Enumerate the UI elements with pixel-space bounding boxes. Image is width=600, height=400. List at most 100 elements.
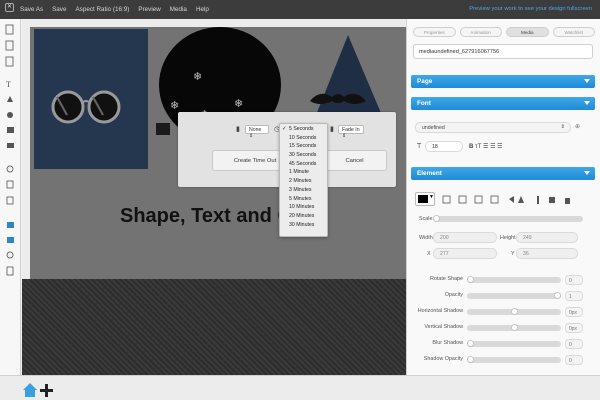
svg-text:❄: ❄ [193, 70, 202, 83]
shape-tool-icon[interactable] [7, 127, 14, 133]
menu-media[interactable]: Media [170, 6, 187, 13]
menu-save[interactable]: Save [52, 6, 66, 13]
slider-knob[interactable] [433, 215, 440, 222]
color-tool-icon[interactable] [7, 112, 13, 118]
duration-option[interactable]: 5 Minutes [280, 195, 327, 204]
element-section-header[interactable]: Element [411, 167, 595, 180]
clock-icon[interactable] [6, 180, 14, 189]
menu-bar: ✕ Save As Save Aspect Ratio (16:9) Previ… [0, 0, 600, 19]
duration-option[interactable]: 30 Seconds [280, 151, 327, 160]
slider-knob[interactable] [467, 356, 474, 363]
duration-dropdown[interactable]: ✓ 5 Seconds 10 Seconds 15 Seconds 30 Seco… [279, 123, 328, 237]
slider-knob[interactable] [467, 276, 474, 283]
align-right-icon[interactable]: ☰ [497, 144, 502, 150]
expand-icon[interactable] [442, 195, 451, 204]
duration-option[interactable]: 10 Seconds [280, 134, 327, 143]
color-picker[interactable]: ▼ [415, 192, 435, 206]
fade-value: Fade In [342, 127, 360, 133]
font-section-header[interactable]: Font [411, 97, 595, 110]
distribute-icon[interactable] [549, 197, 555, 203]
fill-tool-icon[interactable] [7, 96, 13, 102]
duration-option[interactable]: 45 Seconds [280, 160, 327, 169]
tab-properties[interactable]: Properties [413, 27, 456, 37]
font-family-select[interactable]: undefined ⇕ [415, 122, 571, 133]
link-icon[interactable] [6, 165, 14, 173]
duration-option[interactable]: 30 Minutes [280, 221, 327, 230]
settings-icon[interactable] [6, 251, 14, 259]
vertical-shadow-slider[interactable] [467, 324, 561, 331]
home-icon[interactable] [23, 383, 37, 397]
image-icon[interactable] [7, 222, 14, 228]
font-family-value: undefined [422, 125, 445, 131]
horizontal-shadow-slider[interactable] [467, 308, 561, 315]
media-tool-icon[interactable] [7, 143, 14, 148]
duration-option[interactable]: 2 Minutes [280, 177, 327, 186]
color-swatch [418, 195, 428, 203]
flip-vertical-icon[interactable] [518, 196, 524, 203]
rotate-shape-row: Rotate Shape 0 [407, 275, 600, 287]
cancel-button[interactable]: Cancel [322, 150, 387, 171]
tab-animation[interactable]: Animation [459, 27, 502, 37]
font-size-icon: T [417, 143, 422, 150]
duration-option[interactable]: 15 Seconds [280, 142, 327, 151]
new-page-icon[interactable] [5, 24, 14, 35]
duration-option[interactable]: 20 Minutes [280, 212, 327, 221]
bring-forward-icon[interactable] [474, 195, 483, 204]
slider-knob[interactable] [554, 292, 561, 299]
slider-value[interactable]: 0px [565, 323, 583, 333]
opacity-slider[interactable] [467, 292, 561, 299]
shadow-opacity-slider[interactable] [467, 356, 561, 363]
transition-in-select[interactable]: None ⇕ [245, 125, 269, 139]
rotate-shape-slider[interactable] [467, 276, 561, 283]
filename-field[interactable]: mediaundefined_627916067756 [413, 44, 593, 59]
text-transform-icon[interactable]: ᴛT [475, 144, 481, 150]
slider-knob[interactable] [510, 308, 518, 315]
x-field[interactable]: 277 [433, 248, 497, 259]
duration-option[interactable]: 10 Minutes [280, 203, 327, 212]
align-icon[interactable] [537, 196, 539, 204]
menu-preview[interactable]: Preview [138, 6, 160, 13]
slider-value[interactable]: 0 [565, 355, 583, 365]
lock-icon[interactable] [565, 198, 570, 204]
font-size-field[interactable]: 18 [425, 141, 463, 152]
duration-option[interactable]: ✓ 5 Seconds [280, 125, 327, 134]
add-icon[interactable] [40, 384, 53, 397]
text-tool-icon[interactable]: T [6, 80, 11, 89]
canvas-headline[interactable]: Shape, Text and G [120, 205, 293, 228]
scale-slider[interactable] [433, 215, 583, 222]
flip-horizontal-icon[interactable] [509, 196, 514, 203]
duration-option[interactable]: 3 Minutes [280, 186, 327, 195]
slider-knob[interactable] [510, 324, 518, 331]
duplicate-page-icon[interactable] [5, 56, 14, 67]
blur-shadow-slider[interactable] [467, 340, 561, 347]
menu-save-as[interactable]: Save As [20, 6, 43, 13]
width-field[interactable]: 200 [433, 232, 497, 243]
duration-option[interactable]: 1 Minute [280, 168, 327, 177]
send-backward-icon[interactable] [490, 195, 499, 204]
trash-icon[interactable] [6, 266, 14, 276]
add-font-icon[interactable]: ⊕ [575, 123, 580, 130]
toolbar-icons: T [5, 24, 14, 276]
close-icon[interactable]: ✕ [5, 3, 14, 12]
slider-value[interactable]: 0 [565, 275, 583, 285]
fade-select[interactable]: Fade In ⇕ [338, 125, 364, 139]
align-center-icon[interactable]: ☰ [490, 144, 495, 150]
preview-hint-link[interactable]: Preview your work to see your design ful… [469, 6, 592, 12]
tab-watchlist[interactable]: Watchlist [552, 27, 595, 37]
gallery-icon[interactable] [7, 237, 14, 243]
shrink-icon[interactable] [458, 195, 467, 204]
y-field[interactable]: 36 [516, 248, 578, 259]
slider-value[interactable]: 1 [565, 291, 583, 301]
add-page-icon[interactable] [5, 40, 14, 51]
calendar-icon[interactable] [6, 196, 14, 205]
align-left-icon[interactable]: ☰ [483, 144, 488, 150]
slider-value[interactable]: 0px [565, 307, 583, 317]
height-field[interactable]: 249 [516, 232, 578, 243]
bold-icon[interactable]: B [469, 144, 473, 150]
menu-aspect-ratio[interactable]: Aspect Ratio (16:9) [75, 6, 129, 13]
slider-knob[interactable] [467, 340, 474, 347]
slider-value[interactable]: 0 [565, 339, 583, 349]
tab-media[interactable]: Media [506, 27, 549, 37]
page-section-header[interactable]: Page [411, 75, 595, 88]
menu-help[interactable]: Help [196, 6, 209, 13]
